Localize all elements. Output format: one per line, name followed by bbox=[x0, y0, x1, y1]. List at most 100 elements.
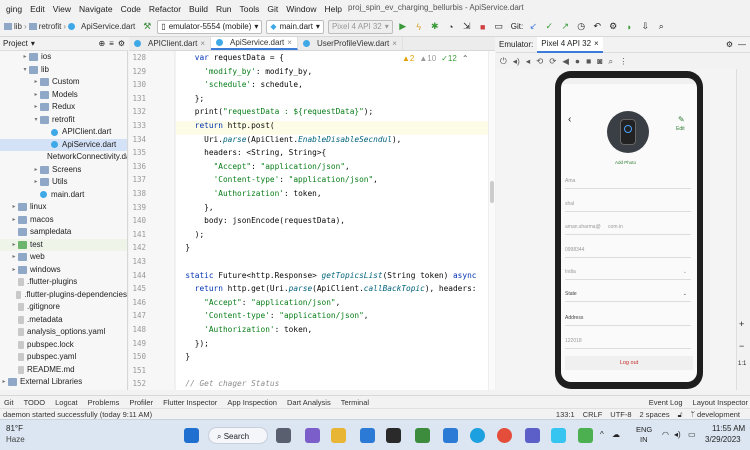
state-select[interactable]: State ⌄ bbox=[565, 291, 691, 302]
phone-field[interactable]: 0998344 bbox=[565, 247, 691, 258]
tree-item[interactable]: APIClient.dart bbox=[0, 126, 127, 139]
close-icon[interactable]: × bbox=[392, 39, 397, 48]
chevron-right-icon[interactable]: ▸ bbox=[10, 214, 18, 227]
history-icon[interactable]: ◷ bbox=[575, 21, 587, 33]
volume-up-icon[interactable]: ◂) bbox=[513, 56, 520, 67]
rotate-right-icon[interactable]: ⟳ bbox=[549, 56, 556, 67]
breadcrumb-item[interactable]: lib bbox=[14, 22, 22, 31]
sdk-icon[interactable]: ⇩ bbox=[639, 21, 651, 33]
git-update-icon[interactable]: ↙ bbox=[527, 21, 539, 33]
tool-window-tab[interactable]: Terminal bbox=[341, 398, 369, 407]
close-icon[interactable]: × bbox=[287, 38, 292, 47]
tree-item[interactable]: ApiService.dart bbox=[0, 138, 127, 151]
tree-item[interactable]: pubspec.lock bbox=[0, 339, 127, 352]
code-line[interactable]: 'Content-type': "application/json", bbox=[176, 175, 378, 189]
chevron-right-icon[interactable]: ▸ bbox=[32, 89, 40, 102]
tool-window-tab[interactable]: App Inspection bbox=[227, 398, 277, 407]
edit-pencil-icon[interactable]: ✎ bbox=[678, 115, 685, 124]
file-explorer-icon[interactable] bbox=[331, 428, 346, 443]
code-line[interactable]: return http.get(Uri.parse(ApiClient.call… bbox=[176, 284, 477, 298]
code-line[interactable]: } bbox=[176, 352, 190, 366]
git-commit-icon[interactable]: ✓ bbox=[543, 21, 555, 33]
menu-item[interactable]: Git bbox=[263, 4, 282, 14]
avatar[interactable] bbox=[607, 111, 649, 153]
more-icon[interactable]: ⋮ bbox=[619, 56, 628, 67]
chevron-right-icon[interactable]: ▸ bbox=[32, 76, 40, 89]
code-line[interactable]: // Get chager Status bbox=[176, 379, 279, 390]
tool-window-tab[interactable]: Layout Inspector bbox=[693, 398, 748, 407]
device-selector[interactable]: ▯ emulator-5554 (mobile) ▾ bbox=[157, 19, 263, 34]
tool-window-tab[interactable]: Git bbox=[4, 398, 14, 407]
code-line[interactable]: }, bbox=[176, 203, 213, 217]
hammer-icon[interactable]: ⚒ bbox=[141, 21, 153, 33]
code-line[interactable]: Uri.parse(ApiClient.EnableDisableSecndul… bbox=[176, 135, 401, 149]
editor-scrollbar[interactable] bbox=[488, 51, 495, 390]
menu-item[interactable]: Tools bbox=[236, 4, 264, 14]
windows-start-icon[interactable] bbox=[184, 428, 199, 443]
tree-item[interactable]: .metadata bbox=[0, 314, 127, 327]
language-code[interactable]: ENG bbox=[636, 425, 652, 434]
tree-item[interactable]: .flutter-plugins bbox=[0, 276, 127, 289]
code-line[interactable]: ); bbox=[176, 230, 204, 244]
menu-item[interactable]: Refactor bbox=[145, 4, 185, 14]
chevron-up-icon[interactable]: ^ bbox=[600, 430, 604, 439]
code-line[interactable]: 'modify_by': modify_by, bbox=[176, 67, 312, 81]
camera-icon[interactable]: ◙ bbox=[597, 56, 602, 66]
git-push-icon[interactable]: ↗ bbox=[559, 21, 571, 33]
tool-window-tab[interactable]: Event Log bbox=[649, 398, 683, 407]
tool-window-tab[interactable]: Flutter Inspector bbox=[163, 398, 217, 407]
menu-item[interactable]: Edit bbox=[26, 4, 49, 14]
teams-chat-icon[interactable] bbox=[305, 428, 320, 443]
editor-tab[interactable]: APIClient.dart × bbox=[129, 37, 212, 50]
code-editor[interactable]: var requestData = { 'modify_by': modify_… bbox=[176, 51, 488, 390]
zoom-icon[interactable]: ⌕ bbox=[608, 56, 613, 67]
locate-icon[interactable]: ⊕ bbox=[98, 39, 105, 48]
battery-icon[interactable]: ▭ bbox=[688, 430, 696, 439]
tree-item[interactable]: README.md bbox=[0, 364, 127, 377]
tree-item[interactable]: pubspec.yaml bbox=[0, 351, 127, 364]
phone-screen[interactable]: ‹ ✎ Edit Add Photo Ama shal aman.sharma@… bbox=[561, 78, 697, 382]
menu-item[interactable]: Help bbox=[320, 4, 345, 14]
clock-time[interactable]: 11:55 AM bbox=[712, 424, 745, 433]
editor-tab[interactable]: ApiService.dart × bbox=[211, 37, 298, 50]
taskbar-search[interactable]: ⌕ Search bbox=[208, 427, 268, 444]
mail-icon[interactable] bbox=[443, 428, 458, 443]
code-line[interactable]: static Future<http.Response> getTopicsLi… bbox=[176, 271, 476, 285]
rollback-icon[interactable]: ↶ bbox=[591, 21, 603, 33]
attach-icon[interactable]: ⇲ bbox=[461, 21, 473, 33]
chevron-right-icon[interactable]: ▸ bbox=[32, 176, 40, 189]
tree-item[interactable]: ▸ test bbox=[0, 238, 127, 251]
run-config-selector[interactable]: ◆ main.dart ▾ bbox=[266, 19, 324, 34]
code-line[interactable]: "Accept": "application/json", bbox=[176, 162, 350, 176]
chrome-icon[interactable] bbox=[497, 428, 512, 443]
menu-item[interactable]: View bbox=[49, 4, 75, 14]
tree-item[interactable]: .gitignore bbox=[0, 301, 127, 314]
chevron-up-icon[interactable]: ⌃ bbox=[462, 54, 469, 63]
chevron-right-icon[interactable]: ▸ bbox=[21, 51, 29, 64]
clock-date[interactable]: 3/29/2023 bbox=[705, 435, 741, 444]
chevron-right-icon[interactable]: ▸ bbox=[32, 164, 40, 177]
hot-reload-icon[interactable]: ϟ bbox=[413, 21, 425, 33]
task-view-icon[interactable] bbox=[276, 428, 291, 443]
edge-icon[interactable] bbox=[360, 428, 375, 443]
tree-item[interactable]: ▸ ios bbox=[0, 51, 127, 64]
chevron-right-icon[interactable]: ▸ bbox=[10, 264, 18, 277]
app-icon[interactable] bbox=[578, 428, 593, 443]
avd-selector[interactable]: Pixel 4 API 32 ▾ bbox=[327, 19, 393, 34]
close-icon[interactable]: × bbox=[594, 39, 599, 48]
tree-item[interactable]: ▾ lib bbox=[0, 64, 127, 77]
menu-item[interactable]: Run bbox=[212, 4, 236, 14]
tool-window-tab[interactable]: Profiler bbox=[129, 398, 153, 407]
cloud-icon[interactable]: ☁ bbox=[612, 430, 620, 439]
stop-icon[interactable]: ■ bbox=[477, 21, 489, 33]
logout-button[interactable]: Log out bbox=[565, 356, 693, 370]
code-line[interactable]: print("requestData : ${requestData}"); bbox=[176, 107, 373, 121]
tree-item[interactable]: sampledata bbox=[0, 226, 127, 239]
country-select[interactable]: India ⌄ bbox=[565, 269, 691, 280]
volume-down-icon[interactable]: ◂ bbox=[526, 56, 530, 67]
email-field[interactable]: aman.sharma@ com.in bbox=[565, 224, 691, 235]
pincode-field[interactable]: 122018 bbox=[565, 338, 691, 349]
close-icon[interactable]: × bbox=[200, 39, 205, 48]
menu-item[interactable]: Window bbox=[282, 4, 320, 14]
tree-item[interactable]: main.dart bbox=[0, 189, 127, 202]
